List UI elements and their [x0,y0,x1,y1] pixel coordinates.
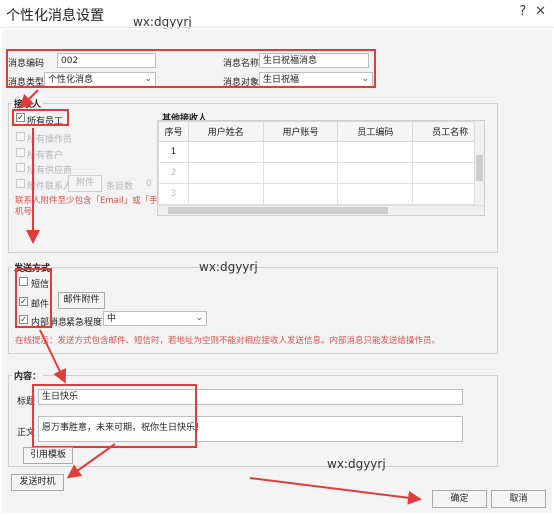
arrow-to-recipients [19,89,39,109]
arrow-to-send-timing [66,443,116,479]
arrow-to-ok [249,477,422,505]
arrow-to-content [39,329,66,384]
annotation-arrows [19,89,422,505]
